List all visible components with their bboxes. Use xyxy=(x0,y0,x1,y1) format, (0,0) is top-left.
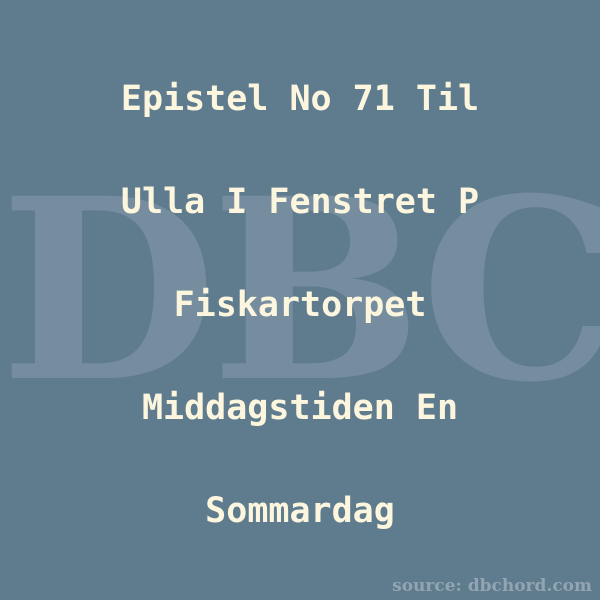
song-title-line-1: Epistel No 71 Til xyxy=(120,79,480,119)
song-title-line-4: Middagstiden En xyxy=(141,388,459,428)
song-title: Epistel No 71 Til Ulla I Fenstret P Fisk… xyxy=(10,70,590,585)
song-title-line-5: Sommardag xyxy=(205,491,395,531)
cover-card: DBC Epistel No 71 Til Ulla I Fenstret P … xyxy=(0,0,600,600)
song-title-line-3: Fiskartorpet xyxy=(173,285,427,325)
source-credit: source: dbchord.com xyxy=(392,576,592,596)
song-title-line-2: Ulla I Fenstret P xyxy=(120,182,480,222)
